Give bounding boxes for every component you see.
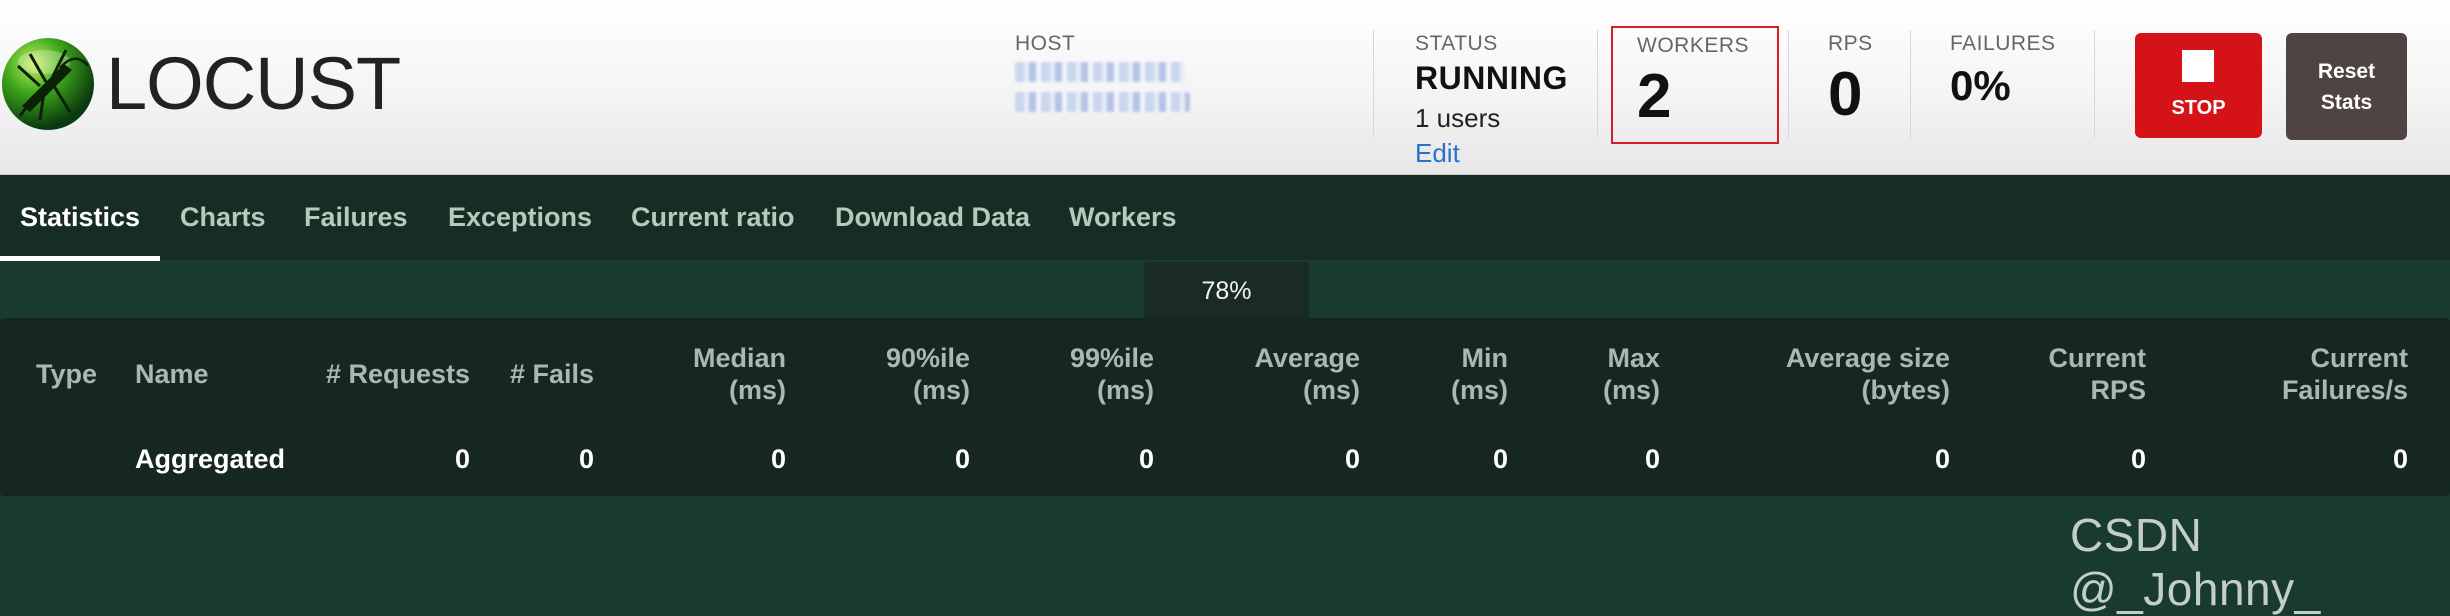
rps-section: RPS 0 <box>1828 32 1873 126</box>
status-value: RUNNING <box>1415 60 1568 96</box>
app-name: LOCUST <box>106 42 401 125</box>
column-header-requests[interactable]: # Requests <box>290 358 470 390</box>
column-header-max[interactable]: Max (ms) <box>1530 342 1660 406</box>
rps-value: 0 <box>1828 60 1863 129</box>
host-url-redacted <box>1015 62 1185 82</box>
tab-current-ratio[interactable]: Current ratio <box>631 175 795 260</box>
status-label: STATUS <box>1415 32 1498 55</box>
tab-download-data[interactable]: Download Data <box>835 175 1030 260</box>
stop-icon <box>2182 50 2214 82</box>
reset-stats-label: Reset Stats <box>2317 59 2376 114</box>
stats-table: Type Name # Requests # Fails Median (ms) … <box>0 318 2450 496</box>
column-header-name[interactable]: Name <box>135 358 209 390</box>
rps-label: RPS <box>1828 32 1873 55</box>
host-url-redacted <box>1015 92 1190 112</box>
column-header-p90[interactable]: 90%ile (ms) <box>800 342 970 406</box>
cell-fails: 0 <box>578 444 594 474</box>
stop-button-label: STOP <box>2171 97 2226 119</box>
column-header-current-rps[interactable]: Current RPS <box>1990 342 2146 406</box>
cell-average: 0 <box>1344 444 1360 474</box>
header-divider <box>1788 30 1789 138</box>
tab-workers[interactable]: Workers <box>1069 175 1177 260</box>
watermark: CSDN @_Johnny_ <box>2070 509 2321 615</box>
tab-failures[interactable]: Failures <box>304 175 408 260</box>
main-tabs: Statistics Charts Failures Exceptions Cu… <box>0 175 2450 261</box>
locust-logo[interactable]: LOCUST <box>0 36 401 132</box>
workers-count: 2 <box>1637 62 1672 131</box>
column-header-type[interactable]: Type <box>36 358 97 390</box>
edit-link[interactable]: Edit <box>1415 138 1460 169</box>
active-tab-indicator <box>0 256 160 261</box>
cell-max: 0 <box>1644 444 1660 474</box>
locust-logo-icon <box>2 38 94 130</box>
column-header-current-failures[interactable]: Current Failures/s <box>2200 342 2408 406</box>
header-divider <box>2094 30 2095 138</box>
column-header-p99[interactable]: 99%ile (ms) <box>990 342 1154 406</box>
workers-label: WORKERS <box>1637 34 1750 57</box>
user-count: 1 users <box>1415 103 1501 133</box>
cell-avg-size: 0 <box>1934 444 1950 474</box>
host-section: HOST <box>1015 32 1190 112</box>
progress-indicator: 78% <box>1144 262 1309 320</box>
cell-requests: 0 <box>454 444 470 474</box>
header-divider <box>1597 30 1598 138</box>
failures-section: FAILURES 0% <box>1950 32 2056 110</box>
column-header-min[interactable]: Min (ms) <box>1380 342 1508 406</box>
header-divider <box>1373 30 1374 138</box>
host-label: HOST <box>1015 32 1076 55</box>
column-header-median[interactable]: Median (ms) <box>620 342 786 406</box>
workers-section: WORKERS 2 <box>1611 26 1779 144</box>
cell-current-rps: 0 <box>2130 444 2146 474</box>
column-header-avg-size[interactable]: Average size (bytes) <box>1700 342 1950 406</box>
header-divider <box>1910 30 1911 138</box>
tab-charts[interactable]: Charts <box>180 175 266 260</box>
top-header: LOCUST HOST STATUS RUNNING 1 users Edit … <box>0 0 2450 175</box>
failures-value: 0% <box>1950 62 2011 109</box>
tab-exceptions[interactable]: Exceptions <box>448 175 592 260</box>
status-section: STATUS RUNNING 1 users Edit <box>1415 32 1568 169</box>
tab-statistics[interactable]: Statistics <box>20 175 140 260</box>
reset-stats-button[interactable]: Reset Stats <box>2286 33 2407 140</box>
column-header-average[interactable]: Average (ms) <box>1170 342 1360 406</box>
column-header-fails[interactable]: # Fails <box>470 358 594 390</box>
cell-name: Aggregated <box>135 444 286 474</box>
failures-label: FAILURES <box>1950 32 2056 55</box>
cell-median: 0 <box>770 444 786 474</box>
cell-min: 0 <box>1492 444 1508 474</box>
cell-p99: 0 <box>1138 444 1154 474</box>
cell-p90: 0 <box>954 444 970 474</box>
stop-button[interactable]: STOP <box>2135 33 2262 138</box>
cell-current-failures: 0 <box>2392 444 2408 474</box>
